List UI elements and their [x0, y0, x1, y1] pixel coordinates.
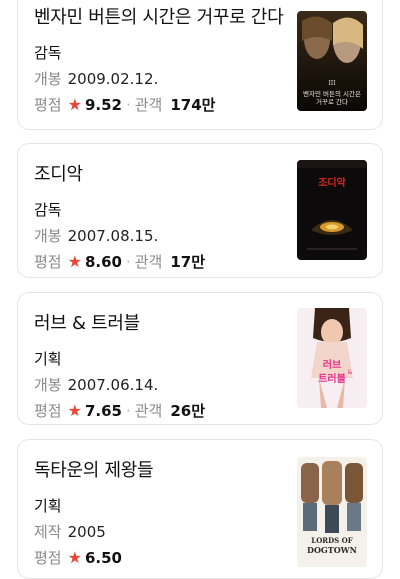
- audience-label: 관객: [134, 96, 163, 114]
- movie-role: 감독: [34, 44, 62, 62]
- poster-title-text: DOGTOWN: [307, 545, 357, 555]
- movie-role: 감독: [34, 201, 62, 219]
- movie-list: 벤자민 버튼의 시간은 거꾸로 간다 감독 개봉 2009.02.12. 평점 ★ 9…: [0, 0, 400, 579]
- star-icon: ★: [67, 548, 82, 567]
- audience-label: 관객: [134, 253, 163, 271]
- movie-poster[interactable]: 러브 & 트러블: [297, 308, 367, 408]
- audience-value: 174만: [170, 96, 216, 114]
- audience-value: 17만: [170, 253, 206, 271]
- movie-poster[interactable]: III 벤자민 버튼의 시간은 거꾸로 간다: [297, 11, 367, 111]
- star-icon: ★: [67, 95, 82, 114]
- movie-card[interactable]: 러브 & 트러블 기획 개봉 2007.06.14. 평점 ★ 7.65 · 관객 26만 …: [17, 292, 383, 425]
- rating-row: 평점 ★ 7.65 · 관객 26만: [34, 401, 205, 421]
- release-date: 2007.08.15.: [67, 227, 159, 245]
- rating-row: 평점 ★ 6.50: [34, 548, 122, 568]
- audience-label: 관객: [134, 402, 163, 420]
- poster-title-text: 러브: [323, 358, 341, 371]
- rating-value: 8.60: [84, 253, 122, 271]
- rating-label: 평점: [34, 96, 62, 114]
- rating-label: 평점: [34, 402, 62, 420]
- svg-text:III: III: [328, 80, 336, 87]
- star-icon: ★: [67, 401, 82, 420]
- movie-card[interactable]: 독타운의 제왕들 기획 제작 2005 평점 ★ 6.50 LORDS OF DOGT…: [17, 439, 383, 579]
- release-date: 2009.02.12.: [67, 70, 159, 88]
- separator-dot: ·: [125, 402, 131, 420]
- rating-value: 7.65: [84, 402, 122, 420]
- separator-dot: ·: [125, 253, 131, 271]
- rating-value: 9.52: [84, 96, 122, 114]
- movie-role: 기획: [34, 350, 62, 368]
- date-label: 개봉: [34, 227, 62, 245]
- rating-label: 평점: [34, 253, 62, 271]
- rating-row: 평점 ★ 8.60 · 관객 17만: [34, 252, 205, 272]
- movie-role: 기획: [34, 497, 62, 515]
- rating-label: 평점: [34, 549, 62, 567]
- audience-value: 26만: [170, 402, 206, 420]
- release-row: 개봉 2007.06.14.: [34, 375, 158, 395]
- separator-dot: ·: [125, 96, 131, 114]
- release-date: 2007.06.14.: [67, 376, 159, 394]
- poster-title-text: 거꾸로 간다: [316, 97, 348, 106]
- release-row: 개봉 2007.08.15.: [34, 226, 158, 246]
- movie-title[interactable]: 벤자민 버튼의 시간은 거꾸로 간다: [34, 7, 284, 29]
- movie-title[interactable]: 독타운의 제왕들: [34, 460, 154, 482]
- movie-card[interactable]: 조디악 감독 개봉 2007.08.15. 평점 ★ 8.60 · 관객 17만 조디악: [17, 143, 383, 278]
- date-label: 제작: [34, 523, 62, 541]
- movie-card[interactable]: 벤자민 버튼의 시간은 거꾸로 간다 감독 개봉 2009.02.12. 평점 ★ 9…: [17, 0, 383, 130]
- date-label: 개봉: [34, 70, 62, 88]
- poster-title-text: &: [348, 369, 353, 376]
- poster-title-text: 조디악: [318, 176, 346, 189]
- rating-value: 6.50: [84, 549, 122, 567]
- star-icon: ★: [67, 252, 82, 271]
- release-row: 제작 2005: [34, 522, 106, 542]
- rating-row: 평점 ★ 9.52 · 관객 174만: [34, 95, 215, 115]
- movie-title[interactable]: 러브 & 트러블: [34, 313, 140, 335]
- poster-title-text: 벤자민 버튼의 시간은: [303, 89, 361, 98]
- date-label: 개봉: [34, 376, 62, 394]
- movie-poster[interactable]: 조디악: [297, 160, 367, 260]
- release-date: 2005: [67, 523, 106, 541]
- movie-poster[interactable]: LORDS OF DOGTOWN: [297, 457, 367, 567]
- release-row: 개봉 2009.02.12.: [34, 69, 158, 89]
- movie-title[interactable]: 조디악: [34, 164, 83, 186]
- poster-title-text: LORDS OF: [311, 536, 352, 545]
- poster-title-text: 트러블: [318, 372, 346, 385]
